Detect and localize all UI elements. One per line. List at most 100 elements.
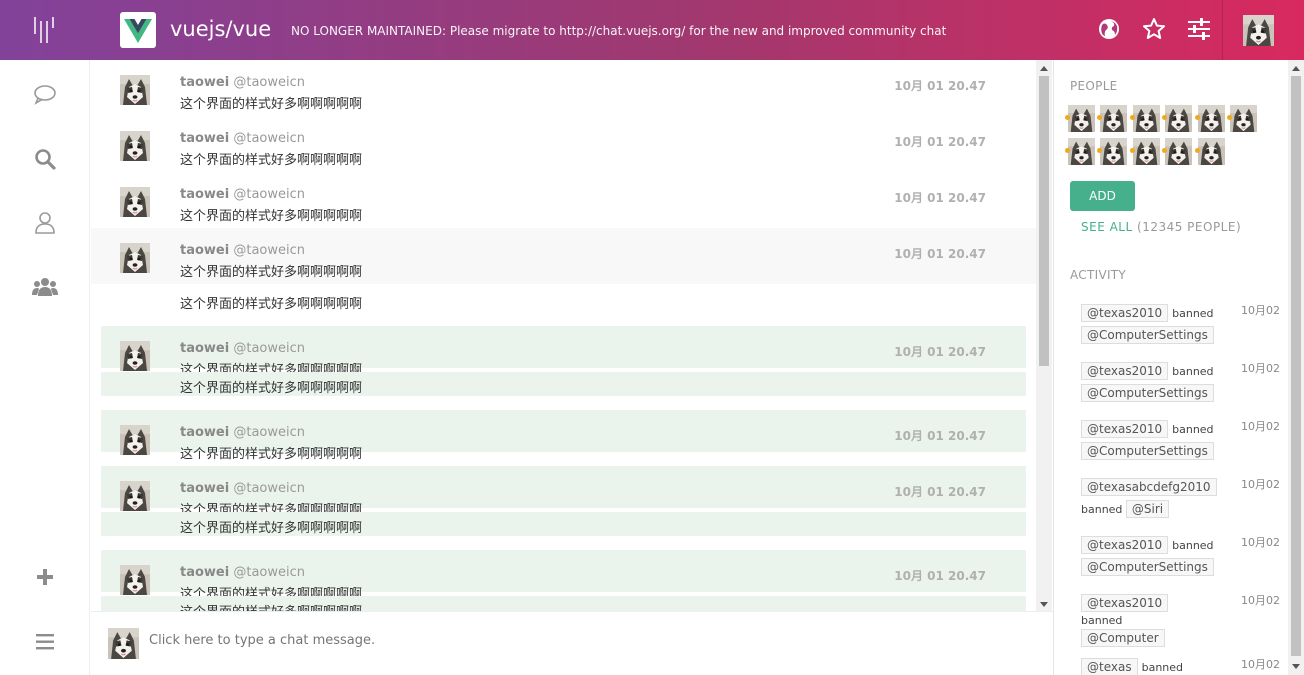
username[interactable]: taowei <box>180 243 229 258</box>
person-avatar[interactable] <box>1097 105 1127 132</box>
chat-item[interactable]: taowei @taoweicn 10月 01 20.47 这个界面的样式好多啊啊啊… <box>101 410 1026 462</box>
user-handle[interactable]: @taoweicn <box>233 75 305 90</box>
message-timestamp[interactable]: 10月 01 20.47 <box>894 189 986 206</box>
person-avatar[interactable] <box>1162 138 1192 165</box>
person-avatar[interactable] <box>1194 138 1225 165</box>
activity-target[interactable]: @ComputerSettings <box>1081 384 1214 402</box>
activity-target[interactable]: @ComputerSettings <box>1081 326 1214 344</box>
person-avatar[interactable] <box>1065 105 1095 132</box>
panel-scrollbar-thumb[interactable] <box>1291 76 1301 656</box>
activity-actor[interactable]: @texas2010 <box>1081 362 1169 380</box>
activity-target[interactable]: @Computer <box>1081 629 1165 647</box>
activity-actor[interactable]: @texas2010 <box>1081 536 1169 554</box>
activity-item: @texasabcdefg2010 banned @Siri 10月02 <box>1081 476 1281 520</box>
person-avatar[interactable] <box>1097 138 1127 165</box>
plus-icon[interactable] <box>30 562 60 592</box>
activity-target[interactable]: @ComputerSettings <box>1081 558 1214 576</box>
user-avatar[interactable] <box>120 187 150 217</box>
user-handle[interactable]: @taoweicn <box>233 341 305 356</box>
current-user-avatar[interactable] <box>1243 15 1274 46</box>
panel-scroll-up-arrow-icon[interactable] <box>1292 66 1300 71</box>
person-avatar[interactable] <box>1065 138 1095 165</box>
person-avatar[interactable] <box>1162 105 1192 132</box>
chat-item[interactable]: taowei @taoweicn 10月 01 20.47 这个界面的样式好多啊啊啊… <box>91 116 1036 172</box>
message-timestamp[interactable]: 10月 01 20.47 <box>894 483 986 500</box>
username[interactable]: taowei <box>180 187 229 202</box>
chat-item[interactable]: taowei @taoweicn 10月 01 20.47 这个界面的样式好多啊啊啊… <box>91 172 1036 228</box>
user-avatar[interactable] <box>120 131 150 161</box>
chat-item[interactable]: taowei @taoweicn 10月 01 20.47 这个界面的样式好多啊啊啊… <box>91 60 1036 116</box>
vue-logo-icon[interactable] <box>120 12 156 48</box>
hamburger-menu-icon[interactable] <box>30 627 60 657</box>
username[interactable]: taowei <box>180 75 229 90</box>
person-avatar[interactable] <box>1194 105 1225 132</box>
activity-item: @texas2010 banned @ComputerSettings 10月02 <box>1081 360 1281 404</box>
scroll-up-arrow-icon[interactable] <box>1040 66 1048 71</box>
activity-actor[interactable]: @texas <box>1081 658 1138 675</box>
chat-bubble-icon[interactable] <box>30 80 60 110</box>
chat-scrollbar[interactable] <box>1036 60 1052 611</box>
activity-date: 10月02 <box>1241 362 1280 375</box>
activity-actor[interactable]: @texas2010 <box>1081 420 1169 438</box>
chat-item[interactable]: taowei @taoweicn 10月 01 20.47 这个界面的样式好多啊啊啊… <box>101 466 1026 518</box>
add-people-button[interactable]: ADD <box>1070 181 1135 211</box>
star-icon[interactable] <box>1141 16 1167 42</box>
user-avatar[interactable] <box>120 243 150 273</box>
online-status-dot <box>1194 115 1200 120</box>
chat-message-list[interactable]: taowei @taoweicn 10月 01 20.47 这个界面的样式好多啊啊啊… <box>91 60 1036 611</box>
activity-item: @texas banned 10月02 <box>1081 656 1281 675</box>
username[interactable]: taowei <box>180 341 229 356</box>
user-avatar[interactable] <box>120 565 150 595</box>
username[interactable]: taowei <box>180 425 229 440</box>
user-handle[interactable]: @taoweicn <box>233 243 305 258</box>
panel-scroll-down-arrow-icon[interactable] <box>1292 664 1300 669</box>
chat-item-continuation[interactable]: 这个界面的样式好多啊啊啊啊啊 <box>91 284 1036 318</box>
user-handle[interactable]: @taoweicn <box>233 425 305 440</box>
chat-input[interactable] <box>149 622 1009 658</box>
username[interactable]: taowei <box>180 481 229 496</box>
activity-actor[interactable]: @texas2010 <box>1081 594 1169 612</box>
room-title[interactable]: vuejs/vue <box>170 17 271 41</box>
user-handle[interactable]: @taoweicn <box>233 481 305 496</box>
message-timestamp[interactable]: 10月 01 20.47 <box>894 77 986 94</box>
user-avatar[interactable] <box>120 481 150 511</box>
chat-item[interactable]: taowei @taoweicn 10月 01 20.47 这个界面的样式好多啊啊啊… <box>101 326 1026 378</box>
activity-target[interactable]: @Siri <box>1125 500 1170 518</box>
chat-item[interactable]: taowei @taoweicn 10月 01 20.47 这个界面的样式好多啊啊啊… <box>101 550 1026 602</box>
chat-item-continuation[interactable]: 这个界面的样式好多啊啊啊啊啊 <box>101 512 1026 536</box>
user-handle[interactable]: @taoweicn <box>233 565 305 580</box>
person-icon[interactable] <box>30 208 60 238</box>
person-avatar[interactable] <box>1129 138 1160 165</box>
person-avatar[interactable] <box>1129 105 1160 132</box>
username[interactable]: taowei <box>180 131 229 146</box>
right-panel-scrollbar[interactable] <box>1288 60 1304 675</box>
message-timestamp[interactable]: 10月 01 20.47 <box>894 245 986 262</box>
gitter-logo-icon[interactable] <box>34 17 56 43</box>
user-avatar[interactable] <box>120 425 150 455</box>
online-status-dot <box>1129 148 1135 153</box>
user-handle[interactable]: @taoweicn <box>233 187 305 202</box>
message-timestamp[interactable]: 10月 01 20.47 <box>894 427 986 444</box>
message-timestamp[interactable]: 10月 01 20.47 <box>894 343 986 360</box>
globe-icon[interactable] <box>1096 16 1122 42</box>
activity-heading: ACTIVITY <box>1070 268 1127 282</box>
message-timestamp[interactable]: 10月 01 20.47 <box>894 567 986 584</box>
user-avatar[interactable] <box>120 341 150 371</box>
activity-target[interactable]: @ComputerSettings <box>1081 442 1214 460</box>
user-handle[interactable]: @taoweicn <box>233 131 305 146</box>
chat-item[interactable]: taowei @taoweicn 10月 01 20.47 这个界面的样式好多啊啊啊… <box>91 228 1036 284</box>
message-timestamp[interactable]: 10月 01 20.47 <box>894 133 986 150</box>
see-all-link[interactable]: SEE ALL <box>1081 220 1133 234</box>
chat-scrollbar-thumb[interactable] <box>1039 76 1049 366</box>
username[interactable]: taowei <box>180 565 229 580</box>
settings-sliders-icon[interactable] <box>1186 16 1212 42</box>
people-icon[interactable] <box>30 272 60 302</box>
chat-item-continuation[interactable]: 这个界面的样式好多啊啊啊啊啊 <box>101 372 1026 396</box>
search-icon[interactable] <box>30 144 60 174</box>
chat-item-continuation[interactable]: 这个界面的样式好多啊啊啊啊啊 <box>101 596 1026 611</box>
scroll-down-arrow-icon[interactable] <box>1040 602 1048 607</box>
person-avatar[interactable] <box>1227 105 1257 132</box>
user-avatar[interactable] <box>120 75 150 105</box>
activity-actor[interactable]: @texas2010 <box>1081 304 1169 322</box>
activity-actor[interactable]: @texasabcdefg2010 <box>1081 478 1217 496</box>
